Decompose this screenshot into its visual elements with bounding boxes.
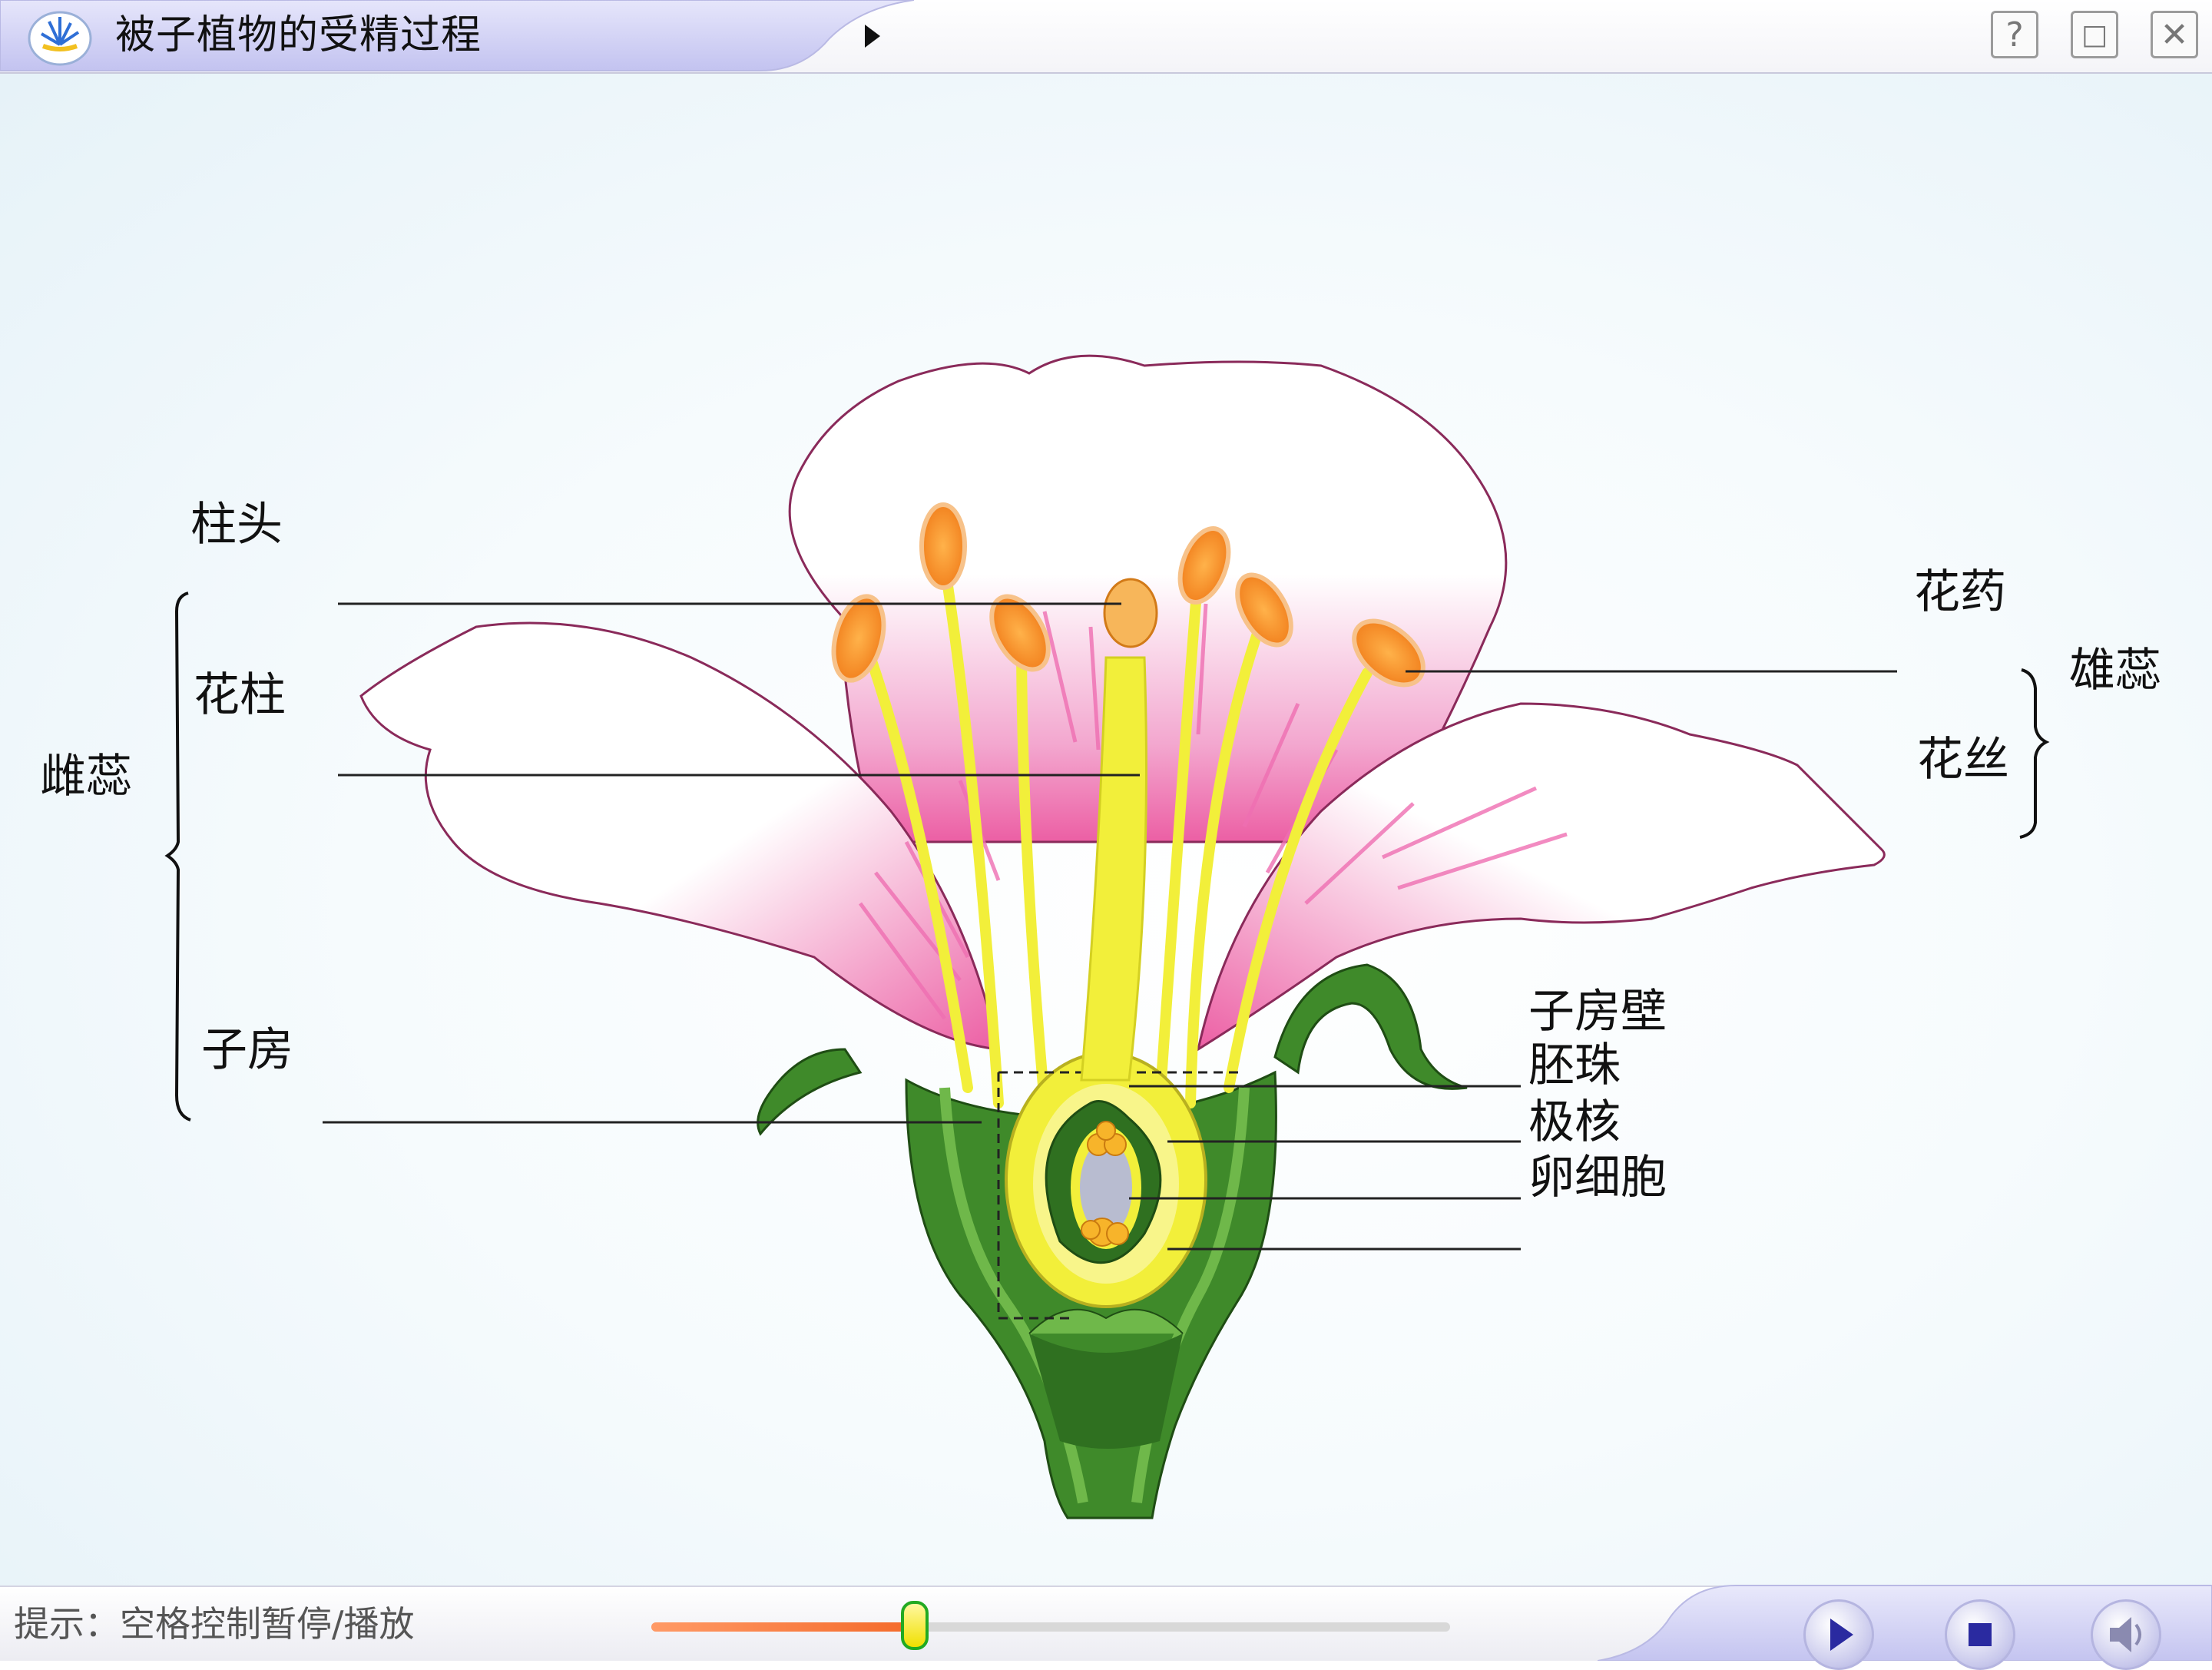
hint-text: 提示：空格控制暂停/播放 [14,1603,415,1645]
stop-button[interactable] [1945,1599,2015,1670]
stamen-brace [2019,668,2050,839]
stigma [1103,578,1158,648]
close-button[interactable]: ✕ [2151,11,2198,58]
flower-cross-section-diagram [164,354,2050,1519]
animation-stage: 柱头 花柱 雌蕊 子房 花药 花丝 雄蕊 子房壁 胚珠 极核 卵细胞 [0,74,2212,1586]
label-stamen: 雄蕊 [2069,644,2161,697]
control-bar: 提示：空格控制暂停/播放 [0,1585,2212,1670]
progress-fill [651,1622,916,1632]
speaker-icon [2110,1617,2141,1652]
maximize-icon: □ [2081,18,2108,51]
label-egg-cell: 卵细胞 [1528,1151,1667,1204]
stop-icon [1969,1623,1992,1646]
label-style: 花柱 [194,668,286,722]
label-stigma: 柱头 [190,498,283,552]
help-button[interactable]: ? [1991,11,2038,58]
label-pistil: 雌蕊 [40,750,132,804]
volume-button[interactable] [2091,1599,2161,1670]
play-button[interactable] [1803,1599,1874,1670]
label-filament: 花丝 [1917,733,2009,787]
title-bar: 被子植物的受精过程 ? □ ✕ [0,0,2212,74]
close-icon: ✕ [2160,15,2189,55]
pistil-brace [164,591,191,1122]
window-title: 被子植物的受精过程 [115,12,482,58]
label-anther: 花药 [1914,565,2006,619]
maximize-button[interactable]: □ [2071,11,2118,58]
label-polar-nuclei: 极核 [1528,1095,1621,1149]
play-icon [1830,1619,1853,1651]
right-sepal [1273,963,1468,1090]
help-icon: ? [2005,15,2024,55]
progress-track[interactable] [651,1622,1450,1632]
label-ovary: 子房 [201,1023,293,1077]
progress-thumb[interactable] [901,1601,929,1650]
title-tab: 被子植物的受精过程 [0,0,914,72]
app-logo-icon [26,6,94,68]
label-ovule: 胚珠 [1528,1039,1621,1092]
label-ovary-wall: 子房壁 [1528,985,1667,1039]
expand-arrow-icon[interactable] [862,23,883,49]
